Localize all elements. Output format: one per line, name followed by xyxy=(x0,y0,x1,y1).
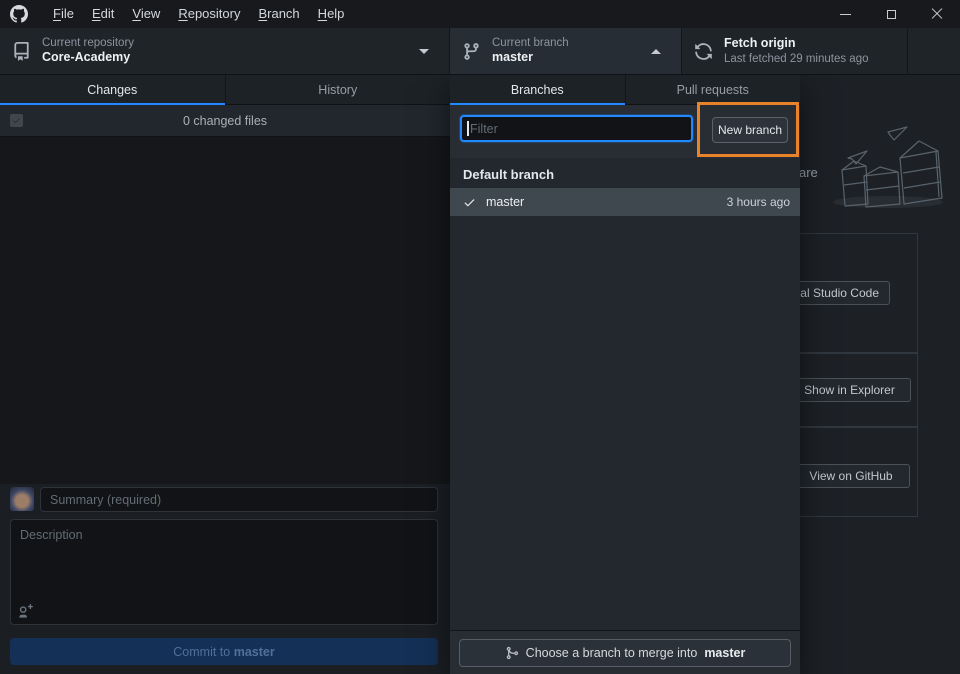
minimize-button[interactable] xyxy=(822,0,868,28)
branch-filter-bar: New branch xyxy=(450,105,800,158)
fetch-origin-button[interactable]: Fetch origin Last fetched 29 minutes ago xyxy=(682,28,908,74)
menu-repository[interactable]: Repository xyxy=(169,0,249,28)
background-text-fragment: are xyxy=(799,165,818,180)
selected-check-icon xyxy=(463,196,476,209)
fetch-origin-title: Fetch origin xyxy=(724,36,869,52)
close-icon xyxy=(931,8,943,20)
commit-button-text: Commit to xyxy=(173,645,233,659)
user-avatar xyxy=(10,487,34,511)
changes-panel: Changes History 0 changed files Commit t… xyxy=(0,75,450,674)
tab-changes[interactable]: Changes xyxy=(0,75,225,104)
current-branch-selector[interactable]: Current branch master xyxy=(450,28,682,74)
branch-last-updated: 3 hours ago xyxy=(727,195,790,209)
git-branch-icon xyxy=(462,42,481,61)
commit-description-wrap xyxy=(10,519,438,625)
titlebar: File Edit View Repository Branch Help xyxy=(0,0,960,28)
maximize-button[interactable] xyxy=(868,0,914,28)
close-button[interactable] xyxy=(914,0,960,28)
tab-pull-requests[interactable]: Pull requests xyxy=(625,75,801,104)
merge-button-branch: master xyxy=(704,646,745,660)
minimize-icon xyxy=(840,14,851,15)
show-in-explorer-button[interactable]: Show in Explorer xyxy=(788,378,911,402)
sync-icon xyxy=(694,42,713,61)
fetch-origin-subtitle: Last fetched 29 minutes ago xyxy=(724,52,869,66)
new-branch-button[interactable]: New branch xyxy=(712,117,788,143)
add-coauthor-icon[interactable] xyxy=(18,604,33,619)
commit-description-input[interactable] xyxy=(10,519,438,625)
branch-row-master[interactable]: master 3 hours ago xyxy=(450,188,800,216)
chevron-down-icon xyxy=(419,49,429,54)
window-controls xyxy=(822,0,960,28)
current-repository-selector[interactable]: Current repository Core-Academy xyxy=(0,28,450,74)
git-merge-icon xyxy=(505,646,519,660)
boxes-illustration xyxy=(800,80,960,215)
commit-button[interactable]: Commit to master xyxy=(10,638,438,665)
menu-view[interactable]: View xyxy=(123,0,169,28)
changes-history-tabbar: Changes History xyxy=(0,75,450,105)
branch-filter-input[interactable] xyxy=(460,115,693,142)
current-branch-label: Current branch xyxy=(492,36,569,50)
merge-footer: Choose a branch to merge into master xyxy=(450,630,800,674)
branches-pr-tabbar: Branches Pull requests xyxy=(450,75,800,105)
current-repository-label: Current repository xyxy=(42,36,134,50)
commit-button-branch: master xyxy=(234,645,275,659)
text-caret xyxy=(467,121,469,136)
menu-help[interactable]: Help xyxy=(309,0,354,28)
menu-file[interactable]: File xyxy=(44,0,83,28)
github-logo-icon xyxy=(10,5,28,23)
merge-button-text: Choose a branch to merge into xyxy=(526,646,698,660)
check-icon xyxy=(12,116,21,125)
tab-branches[interactable]: Branches xyxy=(450,75,625,104)
toolbar: Current repository Core-Academy Current … xyxy=(0,28,960,75)
chevron-up-icon xyxy=(651,49,661,54)
default-branch-header: Default branch xyxy=(450,158,800,188)
menu-edit[interactable]: Edit xyxy=(83,0,123,28)
branch-list: Default branch master 3 hours ago xyxy=(450,158,800,630)
maximize-icon xyxy=(887,10,896,19)
menu-branch[interactable]: Branch xyxy=(249,0,308,28)
tab-history[interactable]: History xyxy=(225,75,451,104)
changed-files-count: 0 changed files xyxy=(183,114,267,128)
branch-dropdown: Branches Pull requests New branch Defaul… xyxy=(450,75,800,674)
current-branch-value: master xyxy=(492,50,569,66)
commit-summary-input[interactable] xyxy=(40,487,438,512)
view-on-github-button[interactable]: View on GitHub xyxy=(792,464,910,488)
branch-name: master xyxy=(486,195,524,209)
merge-branch-button[interactable]: Choose a branch to merge into master xyxy=(459,639,791,667)
select-all-checkbox[interactable] xyxy=(10,114,23,127)
commit-form: Commit to master xyxy=(0,484,450,674)
menubar: File Edit View Repository Branch Help xyxy=(44,0,353,28)
current-repository-value: Core-Academy xyxy=(42,50,134,66)
github-desktop-window: are sual Studio Code Show in Explorer Vi… xyxy=(0,0,960,674)
changed-files-header: 0 changed files xyxy=(0,105,450,137)
toolbar-spacer xyxy=(908,28,960,74)
repo-icon xyxy=(12,42,31,61)
